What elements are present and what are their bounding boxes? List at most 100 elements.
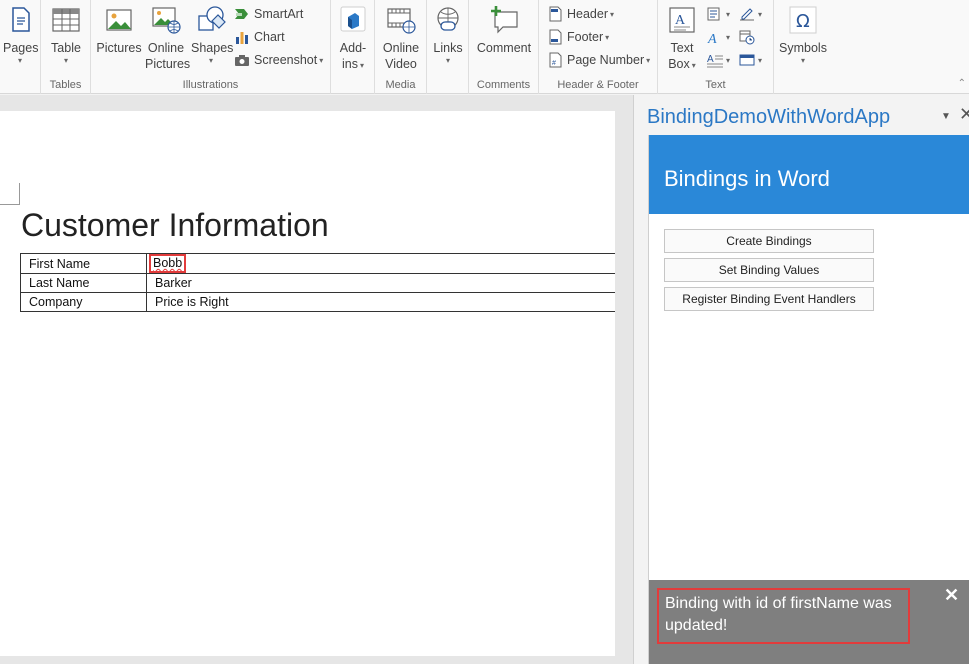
quick-parts-icon (706, 6, 724, 22)
pictures-icon (103, 4, 135, 36)
comments-group: Comment Comments (469, 0, 539, 94)
chevron-down-icon: ▾ (726, 32, 731, 42)
textbox-button[interactable]: A Text Box ▾ (664, 4, 700, 74)
addins-label-2: ins (342, 57, 358, 71)
screenshot-button[interactable]: Screenshot ▾ (234, 50, 323, 70)
word-window: Pages ▾ Table ▾ Tables Pictures Online P… (0, 0, 969, 664)
notification-banner: Binding with id of firstName was updated… (649, 580, 969, 664)
table-button[interactable]: Table ▾ (49, 4, 83, 66)
collapse-ribbon-icon[interactable]: ⌃ (958, 78, 966, 89)
chart-button[interactable]: Chart (234, 27, 285, 47)
pane-options-icon[interactable]: ▼ (941, 111, 951, 122)
online-pictures-label-2: Pictures (145, 57, 191, 71)
store-icon (337, 4, 369, 36)
signature-line-button[interactable]: ▾ (738, 4, 762, 24)
document-page[interactable]: Customer Information First Name Bobb Las… (0, 111, 615, 656)
page-number-button[interactable]: # Page Number ▾ (547, 50, 650, 70)
header-footer-group: Header ▾ Footer ▾ # Page Number ▾ Header… (539, 0, 658, 94)
online-video-label-2: Video (385, 57, 417, 71)
textbox-icon: A (666, 4, 698, 36)
online-pictures-icon (150, 4, 182, 36)
links-icon (432, 4, 464, 36)
comment-icon (488, 4, 520, 36)
footer-icon (547, 29, 563, 45)
online-video-button[interactable]: Online Video (381, 4, 421, 72)
table-cell-label[interactable]: Company (20, 292, 147, 312)
chevron-down-icon: ▾ (359, 61, 364, 70)
footer-label: Footer (567, 30, 604, 44)
textbox-label-1: Text (670, 41, 694, 55)
online-pictures-button[interactable]: Online Pictures (145, 4, 191, 72)
chevron-down-icon: ▾ (726, 9, 731, 19)
screenshot-icon (234, 52, 250, 68)
register-event-handlers-button[interactable]: Register Binding Event Handlers (664, 287, 874, 311)
links-button[interactable]: Links ▾ (431, 4, 465, 66)
wordart-button[interactable]: A ▾ (706, 27, 730, 47)
links-label: Links (433, 41, 463, 55)
table-cell-label[interactable]: Last Name (20, 273, 147, 293)
set-binding-values-button[interactable]: Set Binding Values (664, 258, 874, 282)
table-cell-value[interactable]: Bobb (146, 253, 615, 274)
addin-header: Bindings in Word (649, 135, 969, 214)
online-pictures-label-1: Online (147, 41, 185, 55)
addin-body: Bindings in Word Create Bindings Set Bin… (648, 135, 969, 664)
table-cell-value[interactable]: Price is Right (146, 292, 615, 312)
quick-parts-button[interactable]: ▾ (706, 4, 730, 24)
comments-group-label: Comments (476, 79, 531, 91)
omega-icon: Ω (787, 4, 819, 36)
chevron-down-icon: ▾ (758, 55, 763, 65)
page-number-label: Page Number (567, 53, 645, 67)
chevron-down-icon: ▾ (691, 61, 696, 70)
shapes-label: Shapes (191, 41, 234, 55)
screenshot-label: Screenshot (254, 53, 318, 67)
pages-label: Pages (3, 41, 39, 55)
svg-text:A: A (707, 54, 714, 65)
links-group: Links ▾ (427, 0, 469, 94)
shapes-button[interactable]: Shapes ▾ (191, 4, 234, 66)
media-group: Online Video Media (375, 0, 427, 94)
addins-button[interactable]: Add- ins ▾ (336, 4, 370, 74)
chevron-down-icon: ▾ (445, 56, 450, 65)
chevron-down-icon: ▾ (208, 56, 213, 65)
task-pane-title: BindingDemoWithWordApp (647, 106, 891, 128)
chevron-down-icon: ▾ (319, 55, 324, 65)
online-video-icon (385, 4, 417, 36)
text-group: A Text Box ▾ ▾ A ▾ A ▾ ▾ ▾ Text (658, 0, 774, 94)
online-video-label-1: Online (382, 41, 420, 55)
first-name-binding[interactable]: Bobb (149, 254, 187, 273)
shapes-icon (195, 4, 227, 36)
addins-label-1: Add- (339, 41, 367, 55)
document-area: Customer Information First Name Bobb Las… (0, 95, 633, 664)
pages-button[interactable]: Pages ▾ (3, 4, 39, 66)
symbols-label: Symbols (779, 41, 827, 55)
chevron-down-icon: ▾ (610, 9, 615, 19)
pictures-label: Pictures (96, 41, 142, 55)
addins-group: Add- ins ▾ (331, 0, 375, 94)
symbols-button[interactable]: Ω Symbols ▾ (778, 4, 828, 66)
footer-button[interactable]: Footer ▾ (547, 27, 609, 47)
header-footer-group-label: Header & Footer (557, 79, 639, 91)
object-button[interactable]: ▾ (738, 50, 762, 70)
smartart-button[interactable]: SmartArt (234, 4, 303, 24)
datetime-button[interactable] (738, 27, 756, 47)
chevron-down-icon: ▾ (726, 55, 731, 65)
illustrations-group-label: Illustrations (182, 79, 239, 91)
close-icon[interactable]: ✕ (944, 586, 959, 604)
close-icon[interactable]: ✕ (959, 105, 969, 123)
create-bindings-button[interactable]: Create Bindings (664, 229, 874, 253)
comment-button[interactable]: Comment (475, 4, 533, 56)
svg-text:#: # (552, 60, 556, 67)
chevron-down-icon: ▾ (63, 56, 68, 65)
table-cell-value[interactable]: Barker (146, 273, 615, 293)
chevron-down-icon: ▾ (758, 9, 763, 19)
pictures-button[interactable]: Pictures (95, 4, 143, 56)
table-row: Company Price is Right (20, 292, 615, 312)
header-label: Header (567, 7, 608, 21)
dropcap-button[interactable]: A ▾ (706, 50, 730, 70)
pages-icon (4, 4, 36, 36)
header-button[interactable]: Header ▾ (547, 4, 614, 24)
table-cell-label[interactable]: First Name (20, 253, 147, 274)
smartart-icon (234, 6, 250, 22)
illustrations-group: Pictures Online Pictures Shapes ▾ SmartA… (91, 0, 331, 94)
svg-text:A: A (707, 32, 717, 45)
